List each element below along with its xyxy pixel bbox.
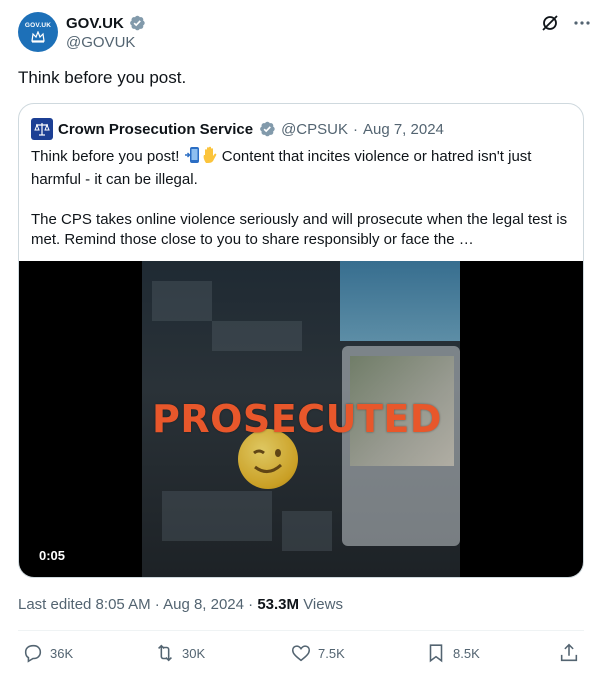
video-player[interactable]: PROSECUTED 0:05 — [19, 261, 583, 577]
tweet-text: Think before you post. — [18, 68, 187, 87]
video-pixel-block — [282, 511, 332, 551]
video-duration: 0:05 — [39, 548, 66, 563]
video-overlay-text: PROSECUTED — [152, 397, 442, 441]
views-count[interactable]: 53.3M — [257, 596, 299, 613]
quote-paragraph-1: Think before you post! Content that inci… — [31, 146, 571, 190]
author-handle[interactable]: @GOVUK — [66, 34, 135, 51]
avatar-text: GOV.UK — [24, 21, 52, 29]
share-button[interactable] — [558, 642, 580, 664]
verified-badge-icon[interactable] — [128, 14, 146, 32]
author-display-name[interactable]: GOV.UK — [66, 15, 124, 32]
reply-count: 36K — [50, 645, 74, 661]
video-pixel-block — [152, 281, 212, 321]
bookmark-button[interactable]: 8.5K — [425, 642, 480, 664]
repost-count: 30K — [182, 645, 206, 661]
tweet-top-actions — [539, 12, 593, 34]
quote-date[interactable]: Aug 7, 2024 — [363, 121, 444, 138]
grok-icon[interactable] — [539, 12, 561, 34]
tweet-header: GOV.UK GOV.UK @GOVUK — [18, 12, 593, 60]
like-button[interactable]: 7.5K — [290, 642, 345, 664]
quote-handle[interactable]: @CPSUK — [281, 121, 348, 138]
tweet-actions: 36K 30K 7.5K 8.5K — [18, 642, 584, 670]
like-icon — [291, 645, 311, 662]
video-pixel-block — [212, 321, 302, 351]
quoted-tweet[interactable]: Crown Prosecution Service @CPSUK · Aug 7… — [18, 103, 584, 578]
bookmark-icon — [429, 644, 443, 663]
phone-emoji-icon — [184, 146, 202, 170]
quote-paragraph-2: The CPS takes online violence seriously … — [31, 211, 568, 248]
bookmark-count: 8.5K — [453, 645, 480, 661]
share-icon — [560, 643, 578, 662]
tweet-meta: Last edited 8:05 AM · Aug 8, 2024 · 53.3… — [18, 596, 343, 613]
cps-avatar[interactable] — [31, 118, 53, 140]
like-count: 7.5K — [318, 645, 345, 661]
views-label: Views — [299, 596, 343, 613]
author-avatar[interactable]: GOV.UK — [18, 12, 58, 52]
raised-hand-emoji-icon — [202, 146, 218, 170]
quote-body: Think before you post! Content that inci… — [31, 146, 571, 270]
crown-icon — [31, 30, 45, 43]
quote-header: Crown Prosecution Service @CPSUK · Aug 7… — [31, 118, 444, 140]
quote-body-line-1: Think before you post! — [31, 148, 184, 165]
author-name-row: GOV.UK — [66, 14, 146, 32]
repost-button[interactable]: 30K — [154, 642, 205, 664]
quote-separator: · — [352, 120, 358, 138]
edited-timestamp[interactable]: Last edited 8:05 AM · Aug 8, 2024 · — [18, 596, 257, 613]
quote-display-name[interactable]: Crown Prosecution Service — [58, 121, 253, 138]
more-icon[interactable] — [571, 12, 593, 34]
repost-icon — [158, 644, 172, 662]
video-pixel-block — [162, 491, 272, 541]
verified-badge-icon[interactable] — [258, 120, 276, 138]
reply-icon — [24, 644, 42, 663]
reply-button[interactable]: 36K — [22, 642, 73, 664]
divider — [18, 630, 584, 631]
video-sky — [340, 261, 460, 341]
scales-icon — [34, 123, 50, 136]
